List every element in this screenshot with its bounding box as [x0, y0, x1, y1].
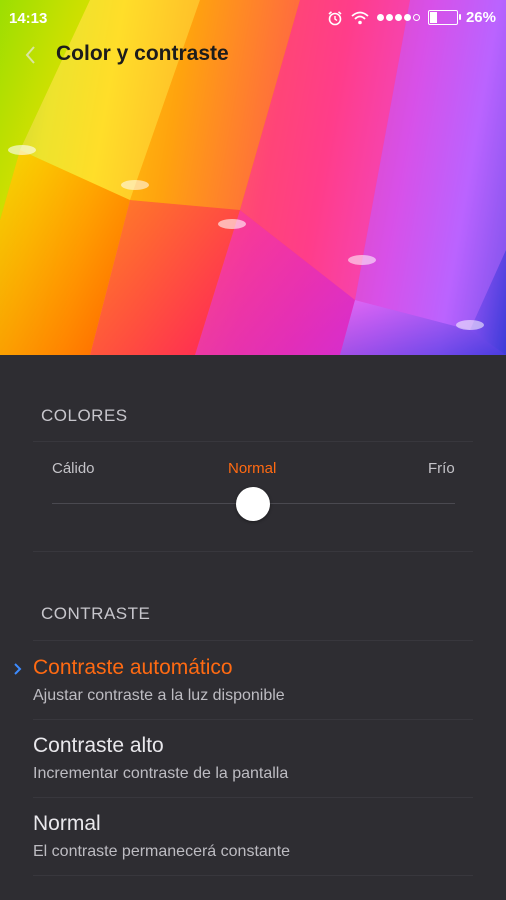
- section-label-colores: COLORES: [41, 406, 128, 425]
- battery-icon: [427, 10, 461, 25]
- option-subtitle: Ajustar contraste a la luz disponible: [33, 687, 285, 704]
- battery-percent: 26%: [465, 9, 496, 26]
- wifi-icon: [351, 11, 369, 24]
- alarm-icon: [328, 10, 342, 25]
- page-title: Color y contraste: [56, 42, 229, 65]
- status-icons: 26%: [327, 9, 496, 26]
- divider: [33, 875, 473, 876]
- section-label-contraste: CONTRASTE: [41, 604, 151, 623]
- option-title: Normal: [33, 812, 101, 835]
- option-contraste-automatico[interactable]: Contraste automático Ajustar contraste a…: [0, 656, 506, 734]
- option-contraste-normal[interactable]: Normal El contraste permanecerá constant…: [0, 812, 506, 890]
- status-bar: 14:13 26%: [0, 0, 506, 36]
- slider-thumb[interactable]: [236, 487, 270, 521]
- slider-label-warm[interactable]: Cálido: [52, 460, 95, 477]
- option-title: Contraste alto: [33, 734, 164, 757]
- status-time: 14:13: [9, 10, 48, 27]
- battery-level: [429, 12, 437, 23]
- divider: [33, 441, 473, 442]
- slider-label-normal[interactable]: Normal: [228, 460, 276, 477]
- chevron-right-icon: [14, 663, 22, 675]
- divider: [33, 719, 473, 720]
- divider: [33, 551, 473, 552]
- signal-icon: [376, 14, 420, 21]
- divider: [33, 640, 473, 641]
- option-title: Contraste automático: [33, 656, 233, 679]
- chevron-left-icon[interactable]: [20, 42, 42, 68]
- divider: [33, 797, 473, 798]
- app-header: Color y contraste: [0, 36, 506, 76]
- option-subtitle: El contraste permanecerá constante: [33, 843, 291, 860]
- option-subtitle: Incrementar contraste de la pantalla: [33, 765, 289, 782]
- option-contraste-alto[interactable]: Contraste alto Incrementar contraste de …: [0, 734, 506, 812]
- slider-label-cold[interactable]: Frío: [428, 460, 455, 477]
